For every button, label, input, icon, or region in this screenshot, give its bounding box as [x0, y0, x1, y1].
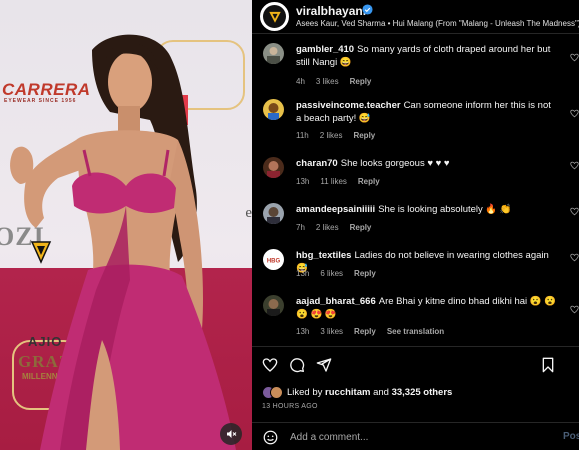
reply-button[interactable]: Reply — [350, 77, 372, 86]
liked-by-row: Liked by rucchitam and 33,325 others — [262, 385, 452, 399]
heart-icon[interactable] — [570, 161, 579, 170]
liked-user[interactable]: rucchitam — [325, 387, 370, 398]
see-translation-button[interactable]: See translation — [387, 327, 444, 336]
person-figure — [10, 34, 236, 450]
comment-time: 13h — [296, 269, 310, 278]
commenter-avatar[interactable] — [263, 157, 284, 178]
liked-by-text[interactable]: Liked by rucchitam and 33,325 others — [287, 387, 452, 398]
comment-text: charan70 She looks gorgeous ♥ ♥ ♥ — [296, 157, 558, 170]
heart-icon[interactable] — [570, 53, 579, 62]
comment-username[interactable]: hbg_textiles — [296, 250, 351, 261]
comment-message: She is looking absolutely 🔥 👏 — [378, 204, 512, 215]
comment-username[interactable]: gambler_410 — [296, 44, 354, 55]
comment-likes[interactable]: 3 likes — [316, 77, 339, 86]
post-timestamp: 13 HOURS AGO — [262, 403, 318, 410]
comment-likes[interactable]: 2 likes — [320, 131, 343, 140]
comment-icon[interactable] — [289, 357, 305, 373]
commenter-avatar[interactable] — [263, 295, 284, 316]
post-header: viralbhayani Asees Kaur, Ved Sharma • Hu… — [252, 0, 579, 34]
audio-track[interactable]: Asees Kaur, Ved Sharma • Hui Malang (Fro… — [296, 19, 579, 28]
reply-button[interactable]: Reply — [358, 177, 380, 186]
comment-time: 13h — [296, 177, 310, 186]
liked-avatar[interactable] — [270, 385, 283, 399]
comment-time: 13h — [296, 327, 310, 336]
commenter-avatar[interactable]: HBG — [263, 249, 284, 270]
author-username[interactable]: viralbhayani — [296, 4, 366, 18]
comment-likes[interactable]: 2 likes — [316, 223, 339, 232]
reply-button[interactable]: Reply — [350, 223, 372, 232]
comment-time: 4h — [296, 77, 305, 86]
heart-icon[interactable] — [570, 207, 579, 216]
heart-icon[interactable] — [570, 109, 579, 118]
comment-username[interactable]: aajad_bharat_666 — [296, 296, 376, 307]
comment-meta: 4h 3 likes Reply — [296, 77, 382, 86]
comment-time: 11h — [296, 131, 309, 140]
post-button[interactable]: Post — [563, 431, 579, 442]
comment-text: aajad_bharat_666 Are Bhai y kitne dino bh… — [296, 295, 558, 321]
post-actions: Liked by rucchitam and 33,325 others 13 … — [252, 346, 579, 416]
comments-list: gambler_410 So many yards of cloth draped… — [252, 35, 579, 345]
comment-likes[interactable]: 11 likes — [320, 177, 347, 186]
comment-meta: 13h 6 likes Reply — [296, 269, 387, 278]
verified-icon — [362, 4, 373, 15]
comment-text: amandeepsainiiiii She is looking absolute… — [296, 203, 558, 216]
comment-meta: 13h 3 likes Reply See translation — [296, 327, 455, 336]
comment-meta: 11h 2 likes Reply — [296, 131, 386, 140]
share-icon[interactable] — [316, 357, 332, 373]
svg-text:HBG: HBG — [267, 259, 281, 265]
liked-count[interactable]: 33,325 others — [392, 387, 453, 398]
post-side-panel: viralbhayani Asees Kaur, Ved Sharma • Hu… — [252, 0, 579, 450]
heart-icon[interactable] — [262, 357, 278, 373]
reply-button[interactable]: Reply — [354, 327, 376, 336]
reply-button[interactable]: Reply — [353, 131, 375, 140]
heart-icon[interactable] — [570, 253, 579, 262]
add-comment-bar: Post — [252, 422, 579, 450]
comment-username[interactable]: amandeepsainiiiii — [296, 204, 375, 215]
commenter-avatar[interactable] — [263, 99, 284, 120]
comment-likes[interactable]: 3 likes — [320, 327, 343, 336]
heart-icon[interactable] — [570, 305, 579, 314]
liked-prefix: Liked by — [287, 386, 323, 398]
comment-text: passiveincome.teacher Can someone inform … — [296, 99, 558, 125]
bookmark-icon[interactable] — [540, 357, 556, 373]
commenter-avatar[interactable] — [263, 203, 284, 224]
comment-username[interactable]: charan70 — [296, 158, 338, 169]
comment-text: gambler_410 So many yards of cloth draped… — [296, 43, 558, 69]
comment-meta: 7h 2 likes Reply — [296, 223, 382, 232]
comment-meta: 13h 11 likes Reply — [296, 177, 391, 186]
channel-logo-icon — [268, 11, 281, 23]
comment-username[interactable]: passiveincome.teacher — [296, 100, 401, 111]
commenter-avatar[interactable] — [263, 43, 284, 64]
comment-likes[interactable]: 6 likes — [320, 269, 343, 278]
reply-button[interactable]: Reply — [354, 269, 376, 278]
channel-logo-icon — [30, 241, 52, 264]
mute-button[interactable] — [220, 423, 242, 445]
comment-message: She looks gorgeous ♥ ♥ ♥ — [340, 158, 450, 169]
smile-icon[interactable] — [263, 430, 278, 445]
mute-icon — [227, 430, 237, 438]
comment-input[interactable] — [290, 429, 540, 445]
comment-time: 7h — [296, 223, 305, 232]
author-avatar[interactable] — [260, 2, 289, 31]
post-media[interactable]: CARRERA EYEWEAR SINCE 1956 OZI e g AJIO … — [0, 0, 252, 450]
liked-and: and — [373, 386, 389, 398]
